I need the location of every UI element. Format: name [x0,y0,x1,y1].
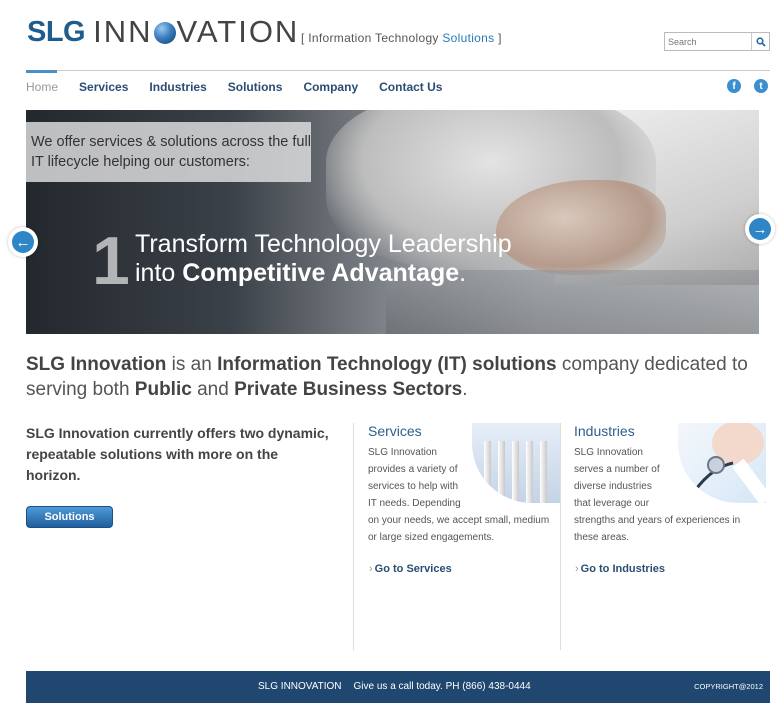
services-line: on your needs, we accept small, medium [368,515,550,526]
nav-company[interactable]: Company [303,71,358,94]
logo-inno-part-a: INN [93,14,153,49]
footer-contact: SLG INNOVATION Give us a call today. PH (… [258,681,543,692]
search-box [664,32,770,51]
globe-icon [153,22,176,44]
services-line: or large sized engagements. [368,532,495,543]
tagline-accent: Solutions [442,31,495,45]
services-column: Services SLG Innovation provides a varie… [368,423,568,575]
logo[interactable]: SLG INN VATION [27,14,299,50]
services-line: provides a variety of [368,464,458,475]
intro-private-sectors: Private Business Sectors [234,379,463,400]
services-line: IT needs. Depending [368,498,461,509]
intro-text-3: and [191,379,235,400]
nav-services[interactable]: Services [79,71,128,94]
intro-company: SLG Innovation [26,354,167,375]
arrow-right-icon: → [749,218,771,240]
search-input[interactable] [665,33,751,50]
solutions-column: SLG Innovation currently offers two dyna… [26,423,336,528]
nav-industries[interactable]: Industries [149,71,206,94]
logo-innovation: INN VATION [93,14,299,50]
go-to-industries-link[interactable]: › Go to Industries [575,563,665,575]
hero-caption-line-1: We offer services & solutions across the… [31,134,311,150]
chevron-right-icon: › [369,563,373,575]
services-description: SLG Innovation provides a variety of ser… [368,444,568,546]
industries-column: Industries SLG Innovation serves a numbe… [574,423,774,575]
intro-it-solutions: Information Technology (IT) solutions [217,354,557,375]
tagline: [ Information Technology Solutions ] [301,31,502,45]
footer-company: SLG INNOVATION [258,681,342,692]
hero-headline-line-2: into Competitive Advantage. [135,259,466,288]
search-button[interactable] [751,33,769,50]
arrow-left-icon: ← [12,231,34,253]
hero-slide-number: 1 [92,223,130,299]
footer-phone: Give us a call today. PH (866) 438-0444 [353,681,531,692]
go-to-industries-label: Go to Industries [580,563,666,575]
hero-line2-bold: Competitive Advantage [182,259,460,287]
go-to-services-label: Go to Services [374,563,452,575]
industries-line: strengths and years of experiences in [574,515,741,526]
industries-line: serves a number of [574,464,660,475]
logo-inno-part-b: VATION [176,14,300,49]
nav-home[interactable]: Home [26,70,58,94]
intro-text-1: is an [166,354,218,375]
nav-contact-us[interactable]: Contact Us [379,71,442,94]
industries-line: diverse industries [574,481,652,492]
hero-line2-prefix: into [135,259,183,287]
hero-caption-line-2: IT lifecycle helping our customers: [31,154,250,170]
logo-slg: SLG [27,15,86,48]
services-line: services to help with [368,481,459,492]
search-icon [755,36,766,47]
hero-headline-line-1: Transform Technology Leadership [135,230,512,258]
industries-description: SLG Innovation serves a number of divers… [574,444,774,546]
main-nav: Home Services Industries Solutions Compa… [26,70,463,94]
solutions-text: SLG Innovation currently offers two dyna… [26,425,329,483]
intro-text-4: . [462,379,468,400]
twitter-icon[interactable]: t [754,79,768,93]
industries-line: that leverage our [574,498,650,509]
services-line: SLG Innovation [368,447,437,458]
intro-public: Public [134,379,192,400]
hero-slider: We offer services & solutions across the… [26,110,759,334]
facebook-icon[interactable]: f [727,79,741,93]
nav-solutions[interactable]: Solutions [228,71,283,94]
site-header: SLG INN VATION [ Information Technology S… [0,0,780,72]
tagline-prefix: [ Information Technology [301,31,443,45]
industries-line: these areas. [574,532,630,543]
slider-prev-button[interactable]: ← [8,227,38,257]
hero-line2-suffix: . [459,259,467,287]
solutions-button[interactable]: Solutions [26,506,113,528]
industries-line: SLG Innovation [574,447,643,458]
go-to-services-link[interactable]: › Go to Services [369,563,452,575]
column-divider-1 [353,423,354,650]
slider-next-button[interactable]: → [745,214,775,244]
intro-statement: SLG Innovation is an Information Technol… [26,352,756,402]
chevron-right-icon: › [575,563,579,575]
tagline-suffix: ] [494,31,502,45]
footer-copyright: COPYRIGHT@2012 [694,682,763,691]
site-footer: SLG INNOVATION Give us a call today. PH (… [26,671,770,703]
services-title[interactable]: Services [368,423,568,439]
hero-caption-box: We offer services & solutions across the… [26,122,311,182]
industries-title[interactable]: Industries [574,423,774,439]
